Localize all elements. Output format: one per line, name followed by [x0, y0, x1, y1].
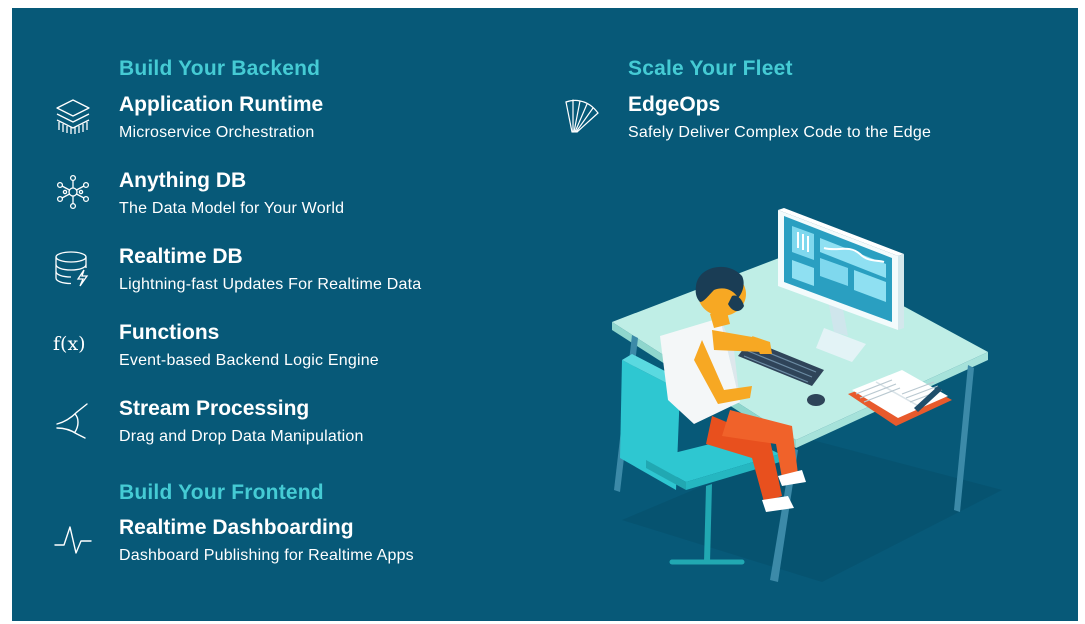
product-subtitle: Safely Deliver Complex Code to the Edge [628, 124, 932, 141]
function-icon: f(x) [53, 324, 93, 364]
pulse-line-icon [53, 519, 93, 559]
product-subtitle: Microservice Orchestration [119, 124, 315, 141]
product-stream-processing[interactable]: Stream Processing Drag and Drop Data Man… [53, 397, 473, 453]
product-title: Functions [119, 321, 220, 344]
product-title: Application Runtime [119, 93, 324, 116]
network-nodes-icon [53, 172, 93, 212]
stream-branch-icon [53, 400, 93, 440]
product-title: Realtime Dashboarding [119, 516, 354, 539]
product-subtitle: Drag and Drop Data Manipulation [119, 428, 364, 445]
product-subtitle: Event-based Backend Logic Engine [119, 352, 379, 369]
product-subtitle: The Data Model for Your World [119, 200, 345, 217]
layers-icon [53, 96, 93, 136]
product-realtime-dashboarding[interactable]: Realtime Dashboarding Dashboard Publishi… [53, 516, 513, 572]
section-title-scale-fleet: Scale Your Fleet [628, 57, 793, 80]
product-anything-db[interactable]: Anything DB The Data Model for Your Worl… [53, 169, 473, 225]
section-title-build-backend: Build Your Backend [119, 57, 321, 80]
database-lightning-icon [53, 248, 93, 288]
product-title: Anything DB [119, 169, 247, 192]
developer-at-desk-illustration [612, 208, 1002, 582]
product-edgeops[interactable]: EdgeOps Safely Deliver Complex Code to t… [562, 93, 1022, 149]
product-application-runtime[interactable]: Application Runtime Microservice Orchest… [53, 93, 473, 149]
product-overview-panel: Build Your Backend Application Runtime M… [12, 8, 1078, 621]
product-realtime-db[interactable]: Realtime DB Lightning-fast Updates For R… [53, 245, 493, 301]
section-title-build-frontend: Build Your Frontend [119, 481, 324, 504]
product-title: EdgeOps [628, 93, 721, 116]
product-functions[interactable]: f(x) Functions Event-based Backend Logic… [53, 321, 473, 377]
product-subtitle: Lightning-fast Updates For Realtime Data [119, 276, 422, 293]
product-title: Stream Processing [119, 397, 310, 420]
fan-rays-icon [562, 96, 602, 136]
product-subtitle: Dashboard Publishing for Realtime Apps [119, 547, 414, 564]
product-title: Realtime DB [119, 245, 243, 268]
function-glyph: f(x) [53, 333, 86, 355]
